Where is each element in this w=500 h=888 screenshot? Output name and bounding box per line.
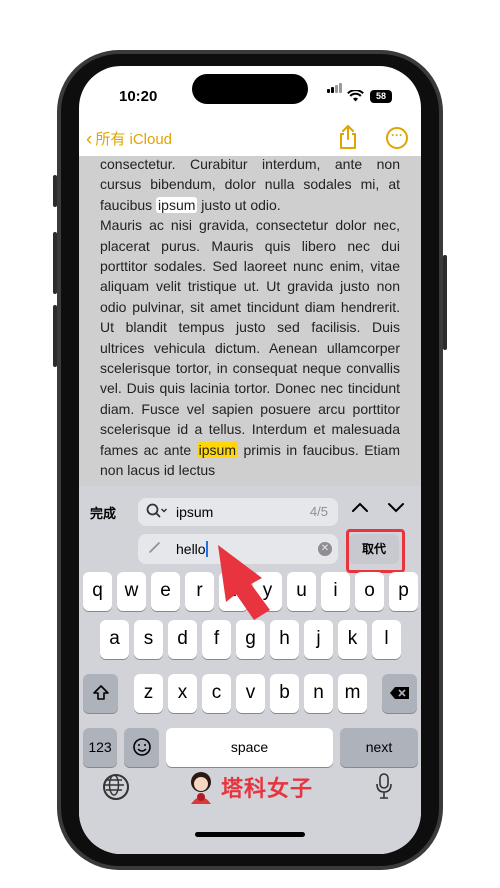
numbers-key[interactable]: 123 [83,728,117,767]
microphone-icon[interactable] [375,772,393,805]
match-count: 4/5 [309,504,328,519]
key-x[interactable]: x [168,674,197,713]
notes-nav-bar: ‹ 所有 iCloud ··· [79,118,421,156]
key-v[interactable]: v [236,674,265,713]
key-q[interactable]: q [83,572,112,611]
screen: 10:20 58 ‹ 所有 iCloud ··· consectetur. Cur… [79,66,421,854]
watermark-text: 塔科女子 [221,776,314,801]
emoji-key[interactable] [124,728,159,767]
mute-switch [53,175,57,207]
delete-key[interactable] [382,674,417,713]
replace-input[interactable]: hello [176,541,208,557]
annotation-highlight-box [346,529,405,573]
key-y[interactable]: y [253,572,282,611]
back-button[interactable]: ‹ 所有 iCloud [86,128,172,151]
key-n[interactable]: n [304,674,333,713]
find-field[interactable]: ipsum 4/5 [138,498,338,526]
watermark-logo [191,772,211,804]
key-d[interactable]: d [168,620,197,659]
key-r[interactable]: r [185,572,214,611]
share-icon[interactable] [337,124,359,150]
dynamic-island [192,74,308,104]
find-row: 完成 ipsum 4/5 [79,496,421,528]
battery-indicator: 58 [370,90,392,103]
key-w[interactable]: w [117,572,146,611]
more-options-icon[interactable]: ··· [386,127,408,149]
key-u[interactable]: u [287,572,316,611]
key-k[interactable]: k [338,620,367,659]
globe-icon[interactable] [103,774,129,800]
text-cursor [205,541,208,557]
volume-down-button [53,305,57,367]
next-key[interactable]: next [340,728,418,767]
key-l[interactable]: l [372,620,401,659]
key-h[interactable]: h [270,620,299,659]
key-j[interactable]: j [304,620,333,659]
power-button [443,255,447,350]
replace-row: hello ✕ 取代 [79,529,421,573]
done-button[interactable]: 完成 [90,503,116,522]
key-t[interactable]: t [219,572,248,611]
watermark: 塔科女子 [185,770,325,804]
key-e[interactable]: e [151,572,180,611]
keyboard-bottom-bar: 塔科女子 [79,764,421,854]
replace-field[interactable]: hello ✕ [138,534,338,564]
search-match: ipsum [156,196,198,213]
key-m[interactable]: m [338,674,367,713]
volume-up-button [53,232,57,294]
key-p[interactable]: p [389,572,418,611]
search-options-icon[interactable] [146,503,168,522]
key-f[interactable]: f [202,620,231,659]
note-text-segment: Mauris ac nisi gravida, consectetur dolo… [100,217,400,458]
note-body[interactable]: consectetur. Curabitur interdum, ante no… [79,156,421,486]
key-z[interactable]: z [134,674,163,713]
current-search-match: ipsum [196,441,238,458]
note-text: consectetur. Curabitur interdum, ante no… [100,156,400,481]
key-o[interactable]: o [355,572,384,611]
next-match-icon[interactable] [387,498,405,519]
pencil-icon [148,540,162,557]
chevron-left-icon: ‹ [86,129,93,150]
wifi-icon [347,89,364,105]
note-text-segment: justo ut odio. [197,196,281,213]
key-i[interactable]: i [321,572,350,611]
previous-match-icon[interactable] [351,498,369,519]
clear-icon[interactable]: ✕ [318,542,332,556]
find-input[interactable]: ipsum [176,504,213,520]
key-b[interactable]: b [270,674,299,713]
home-indicator [195,832,305,837]
shift-key[interactable] [83,674,118,713]
key-c[interactable]: c [202,674,231,713]
key-g[interactable]: g [236,620,265,659]
replace-input-value: hello [176,541,206,557]
back-label: 所有 iCloud [95,131,173,148]
key-s[interactable]: s [134,620,163,659]
keyboard-panel: 完成 ipsum 4/5 hello ✕ 取代 123 space next q… [79,486,421,854]
status-time: 10:20 [119,88,158,105]
space-key[interactable]: space [166,728,333,767]
key-a[interactable]: a [100,620,129,659]
